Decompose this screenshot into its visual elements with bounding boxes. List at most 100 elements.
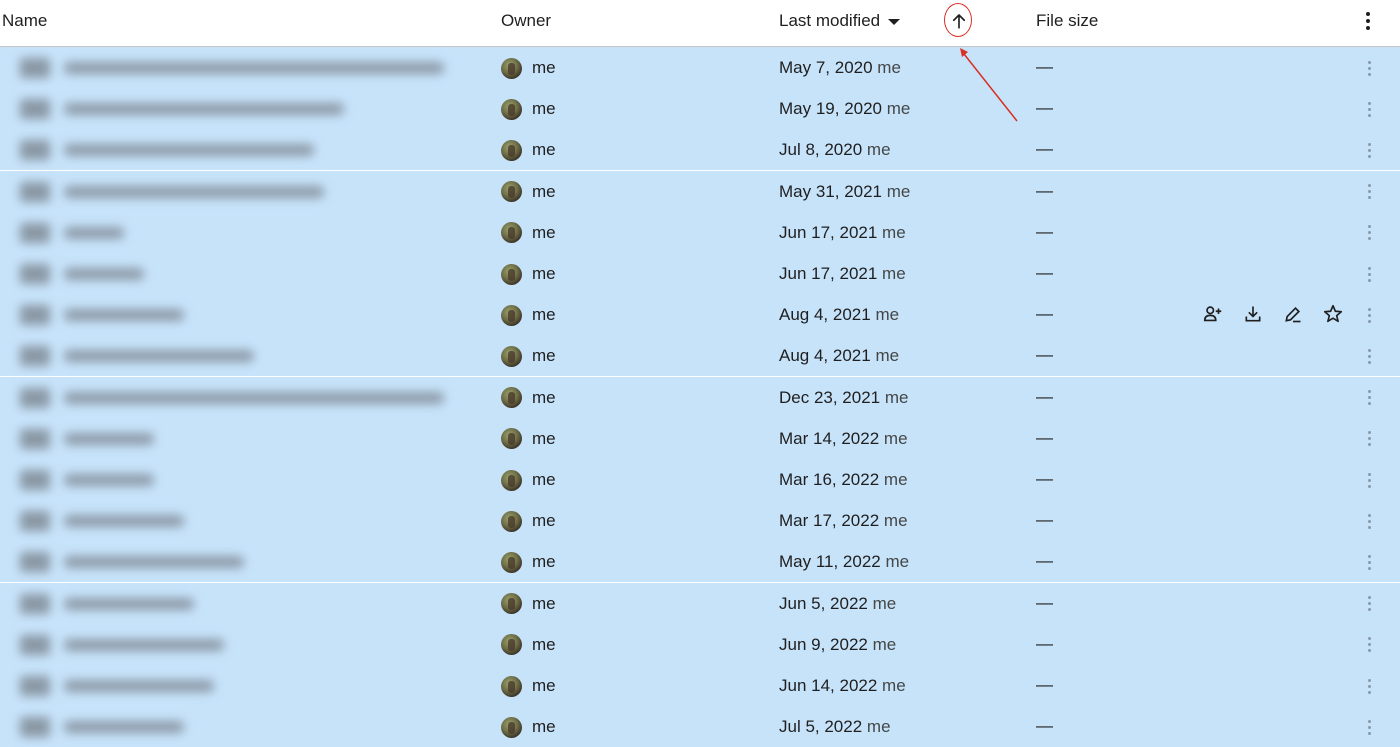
column-header-name[interactable]: Name <box>2 10 47 32</box>
avatar <box>501 551 522 573</box>
file-name-redacted[interactable] <box>20 181 324 203</box>
more-vertical-icon[interactable] <box>1363 305 1375 325</box>
share-button[interactable] <box>1201 302 1225 326</box>
owner-name: me <box>532 593 556 613</box>
file-name-redacted[interactable] <box>20 139 314 161</box>
rename-button[interactable] <box>1281 302 1305 326</box>
avatar <box>501 263 522 285</box>
file-name-redacted[interactable] <box>20 304 184 326</box>
file-name-text <box>64 556 244 569</box>
file-row[interactable]: me Aug 4, 2021 me — <box>0 335 1400 377</box>
more-vertical-icon[interactable] <box>1363 223 1375 243</box>
file-name-text <box>64 680 214 692</box>
file-type-icon <box>20 222 50 243</box>
owner-cell: me <box>501 263 556 285</box>
row-selection-highlight <box>0 459 1400 500</box>
owner-name: me <box>532 222 556 242</box>
file-name-redacted[interactable] <box>20 57 444 79</box>
last-modified-cell: Dec 23, 2021 me <box>779 387 909 409</box>
owner-name: me <box>532 428 556 448</box>
more-vertical-icon[interactable] <box>1363 182 1375 202</box>
file-name-redacted[interactable] <box>20 634 224 656</box>
file-name-text <box>64 144 314 157</box>
file-size-cell: — <box>1036 57 1053 76</box>
owner-cell: me <box>501 593 556 615</box>
file-row[interactable]: me May 7, 2020 me — <box>0 47 1400 88</box>
more-vertical-icon[interactable] <box>1363 676 1375 696</box>
file-type-icon <box>20 305 50 326</box>
owner-cell: me <box>501 551 556 573</box>
file-size-cell: — <box>1036 180 1053 200</box>
file-row[interactable]: me Jun 17, 2021 me — <box>0 253 1400 294</box>
download-button[interactable] <box>1241 302 1265 326</box>
file-name-redacted[interactable] <box>20 675 214 697</box>
file-row[interactable]: me May 19, 2020 me — <box>0 88 1400 130</box>
avatar <box>501 387 522 409</box>
more-vertical-icon[interactable] <box>1363 99 1375 119</box>
file-type-icon <box>20 511 50 532</box>
column-header-last-modified-label: Last modified <box>779 11 881 30</box>
more-vertical-icon[interactable] <box>1360 10 1376 32</box>
file-name-text <box>64 391 444 404</box>
file-name-redacted[interactable] <box>20 387 444 409</box>
file-row[interactable]: me Dec 23, 2021 me — <box>0 376 1400 418</box>
file-row[interactable]: me Jun 14, 2022 me — <box>0 665 1400 706</box>
edit-icon <box>1285 307 1301 323</box>
file-name-redacted[interactable] <box>20 345 254 367</box>
more-vertical-icon[interactable] <box>1363 264 1375 284</box>
file-type-icon <box>20 140 50 161</box>
file-row[interactable]: me Mar 16, 2022 me — <box>0 459 1400 500</box>
file-row[interactable]: me Jul 8, 2020 me — <box>0 129 1400 171</box>
file-name-redacted[interactable] <box>20 428 154 450</box>
file-type-icon <box>20 634 50 655</box>
row-selection-highlight <box>0 582 1400 624</box>
modified-date: Mar 16, 2022 <box>779 470 880 489</box>
file-row[interactable]: me May 31, 2021 me — <box>0 170 1400 212</box>
file-name-redacted[interactable] <box>20 551 244 573</box>
file-name-redacted[interactable] <box>20 222 124 244</box>
last-modified-cell: Mar 17, 2022 me <box>779 510 908 532</box>
file-name-redacted[interactable] <box>20 469 154 491</box>
file-name-redacted[interactable] <box>20 593 194 615</box>
file-row[interactable]: me Mar 17, 2022 me — <box>0 500 1400 542</box>
owner-cell: me <box>501 469 556 491</box>
more-vertical-icon[interactable] <box>1363 58 1375 78</box>
more-vertical-icon[interactable] <box>1363 429 1375 449</box>
star-button[interactable] <box>1321 302 1345 326</box>
file-size-cell: — <box>1036 592 1053 612</box>
file-row[interactable]: me Jun 9, 2022 me — <box>0 623 1400 665</box>
file-row[interactable]: me Mar 14, 2022 me — <box>0 417 1400 459</box>
more-vertical-icon[interactable] <box>1363 635 1375 655</box>
last-modified-cell: May 19, 2020 me <box>779 98 910 120</box>
column-header-last-modified[interactable]: Last modified <box>779 10 901 32</box>
column-header-owner[interactable]: Owner <box>501 10 551 32</box>
file-type-icon <box>20 676 50 696</box>
last-modified-cell: Jul 5, 2022 me <box>779 716 891 738</box>
file-type-icon <box>20 717 50 738</box>
file-row[interactable]: me Jul 5, 2022 me — <box>0 706 1400 747</box>
file-name-redacted[interactable] <box>20 98 344 120</box>
more-vertical-icon[interactable] <box>1363 717 1375 737</box>
file-name-redacted[interactable] <box>20 716 184 738</box>
file-name-redacted[interactable] <box>20 263 144 285</box>
file-name-text <box>64 474 154 486</box>
file-row[interactable]: me Jun 5, 2022 me — <box>0 582 1400 624</box>
more-vertical-icon[interactable] <box>1363 552 1375 572</box>
more-vertical-icon[interactable] <box>1363 594 1375 614</box>
owner-name: me <box>532 140 556 160</box>
more-vertical-icon[interactable] <box>1363 140 1375 160</box>
file-row[interactable]: me May 11, 2022 me — <box>0 541 1400 583</box>
avatar <box>501 222 522 244</box>
more-vertical-icon[interactable] <box>1363 470 1375 490</box>
more-vertical-icon[interactable] <box>1363 511 1375 531</box>
column-header-file-size[interactable]: File size <box>1036 10 1098 32</box>
more-vertical-icon[interactable] <box>1363 346 1375 366</box>
modified-by: me <box>882 676 906 695</box>
file-name-redacted[interactable] <box>20 510 184 532</box>
file-row[interactable]: me Jun 17, 2021 me — <box>0 211 1400 253</box>
file-row[interactable]: me Aug 4, 2021 me — <box>0 294 1400 336</box>
owner-name: me <box>532 470 556 489</box>
avatar <box>501 675 522 697</box>
file-type-icon <box>20 593 50 614</box>
more-vertical-icon[interactable] <box>1363 388 1375 408</box>
